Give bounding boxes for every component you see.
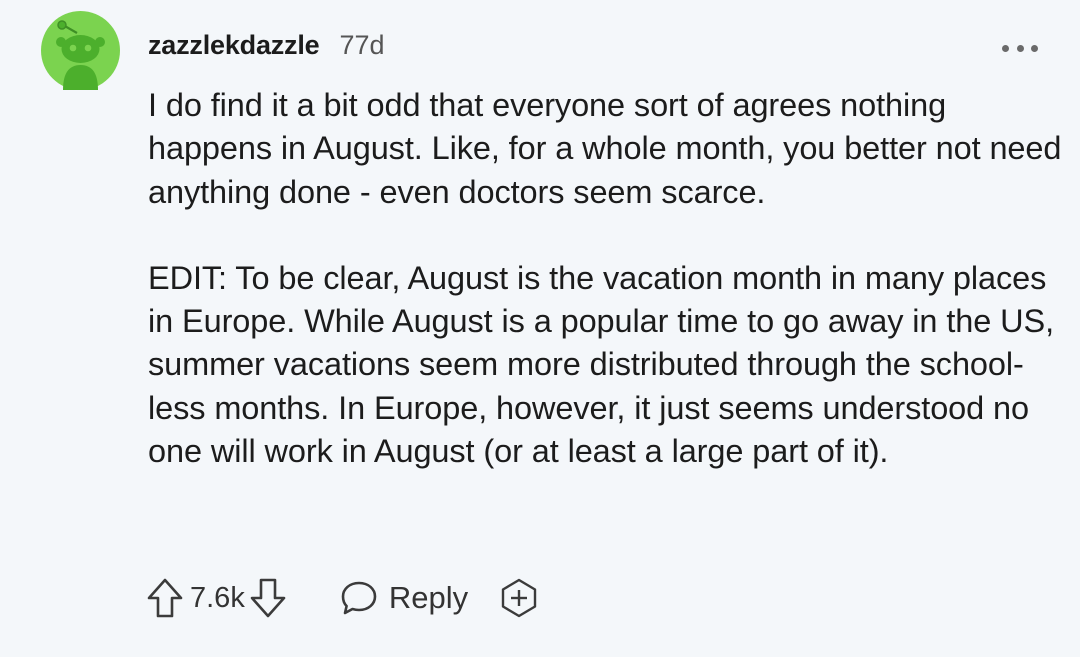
- reply-button[interactable]: Reply: [339, 578, 468, 618]
- comment-age: 77d: [339, 30, 385, 60]
- comment-header: zazzlekdazzle 77d: [148, 30, 385, 70]
- snoo-avatar-icon: [41, 11, 120, 90]
- award-plus-icon: [501, 578, 537, 618]
- upvote-arrow-icon: [147, 578, 183, 618]
- avatar[interactable]: [41, 11, 120, 90]
- username[interactable]: zazzlekdazzle: [148, 30, 320, 61]
- dot-icon: [1002, 44, 1009, 52]
- award-button[interactable]: [498, 577, 540, 619]
- comment-paragraph: EDIT: To be clear, August is the vacatio…: [148, 259, 1055, 470]
- upvote-button[interactable]: [146, 577, 184, 619]
- comment-paragraph: I do find it a bit odd that everyone sor…: [148, 87, 1062, 210]
- dot-icon: [1031, 44, 1038, 52]
- reply-label: Reply: [388, 580, 469, 615]
- comment-card: zazzlekdazzle 77d I do find it a bit odd…: [0, 0, 1080, 657]
- downvote-arrow-icon: [250, 578, 286, 618]
- comment-actions: 7.6k Reply: [146, 574, 540, 622]
- speech-bubble-icon: [341, 581, 377, 615]
- dot-icon: [1016, 44, 1024, 52]
- vote-count: 7.6k: [190, 581, 245, 614]
- comment-body: I do find it a bit odd that everyone sor…: [148, 84, 1068, 473]
- downvote-button[interactable]: [249, 577, 287, 619]
- more-options-icon[interactable]: [1002, 40, 1038, 56]
